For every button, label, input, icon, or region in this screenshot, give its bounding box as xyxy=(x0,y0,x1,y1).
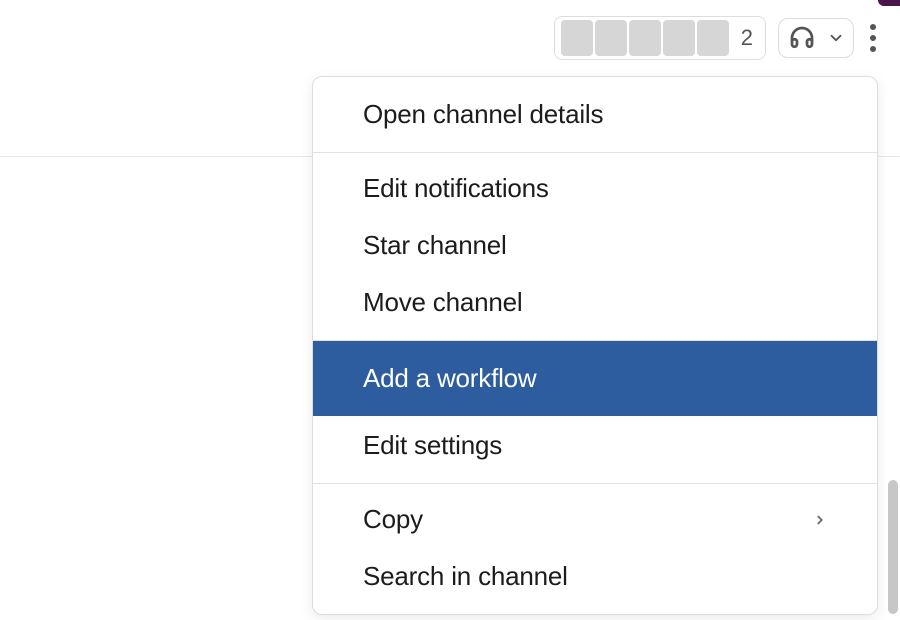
more-vert-icon xyxy=(870,46,876,52)
avatar-stack xyxy=(561,20,729,56)
menu-item-move-channel[interactable]: Move channel xyxy=(313,278,877,340)
menu-item-label: Open channel details xyxy=(363,99,603,130)
huddle-button-group xyxy=(778,18,854,58)
menu-item-open-details[interactable]: Open channel details xyxy=(313,77,877,152)
menu-item-label: Star channel xyxy=(363,230,507,261)
menu-item-label: Add a workflow xyxy=(363,363,537,394)
chevron-right-icon xyxy=(813,510,827,530)
menu-item-star-channel[interactable]: Star channel xyxy=(313,221,877,278)
menu-item-copy[interactable]: Copy xyxy=(313,484,877,552)
member-count: 2 xyxy=(741,25,753,51)
menu-item-search-in-channel[interactable]: Search in channel xyxy=(313,552,877,614)
menu-item-edit-settings[interactable]: Edit settings xyxy=(313,416,877,483)
avatar xyxy=(697,20,729,56)
more-vert-icon xyxy=(870,24,876,30)
menu-item-label: Edit settings xyxy=(363,430,502,461)
avatar xyxy=(561,20,593,56)
menu-section: Edit notifications Star channel Move cha… xyxy=(313,153,877,340)
menu-item-label: Edit notifications xyxy=(363,173,549,204)
channel-header-toolbar: 2 xyxy=(554,16,880,60)
avatar xyxy=(595,20,627,56)
more-vert-icon xyxy=(870,35,876,41)
avatar xyxy=(663,20,695,56)
headphones-icon[interactable] xyxy=(787,23,817,53)
menu-section: Copy Search in channel xyxy=(313,484,877,614)
member-list-button[interactable]: 2 xyxy=(554,16,766,60)
avatar xyxy=(629,20,661,56)
menu-item-edit-notifications[interactable]: Edit notifications xyxy=(313,153,877,221)
menu-item-add-workflow[interactable]: Add a workflow xyxy=(313,341,877,416)
scrollbar-thumb[interactable] xyxy=(888,480,898,614)
menu-item-label: Search in channel xyxy=(363,561,568,592)
menu-item-label: Copy xyxy=(363,504,423,535)
menu-item-label: Move channel xyxy=(363,287,522,318)
window-corner-decoration xyxy=(878,0,900,6)
more-actions-button[interactable] xyxy=(866,18,880,58)
chevron-down-icon[interactable] xyxy=(827,29,845,47)
channel-actions-menu: Open channel details Edit notifications … xyxy=(312,76,878,615)
